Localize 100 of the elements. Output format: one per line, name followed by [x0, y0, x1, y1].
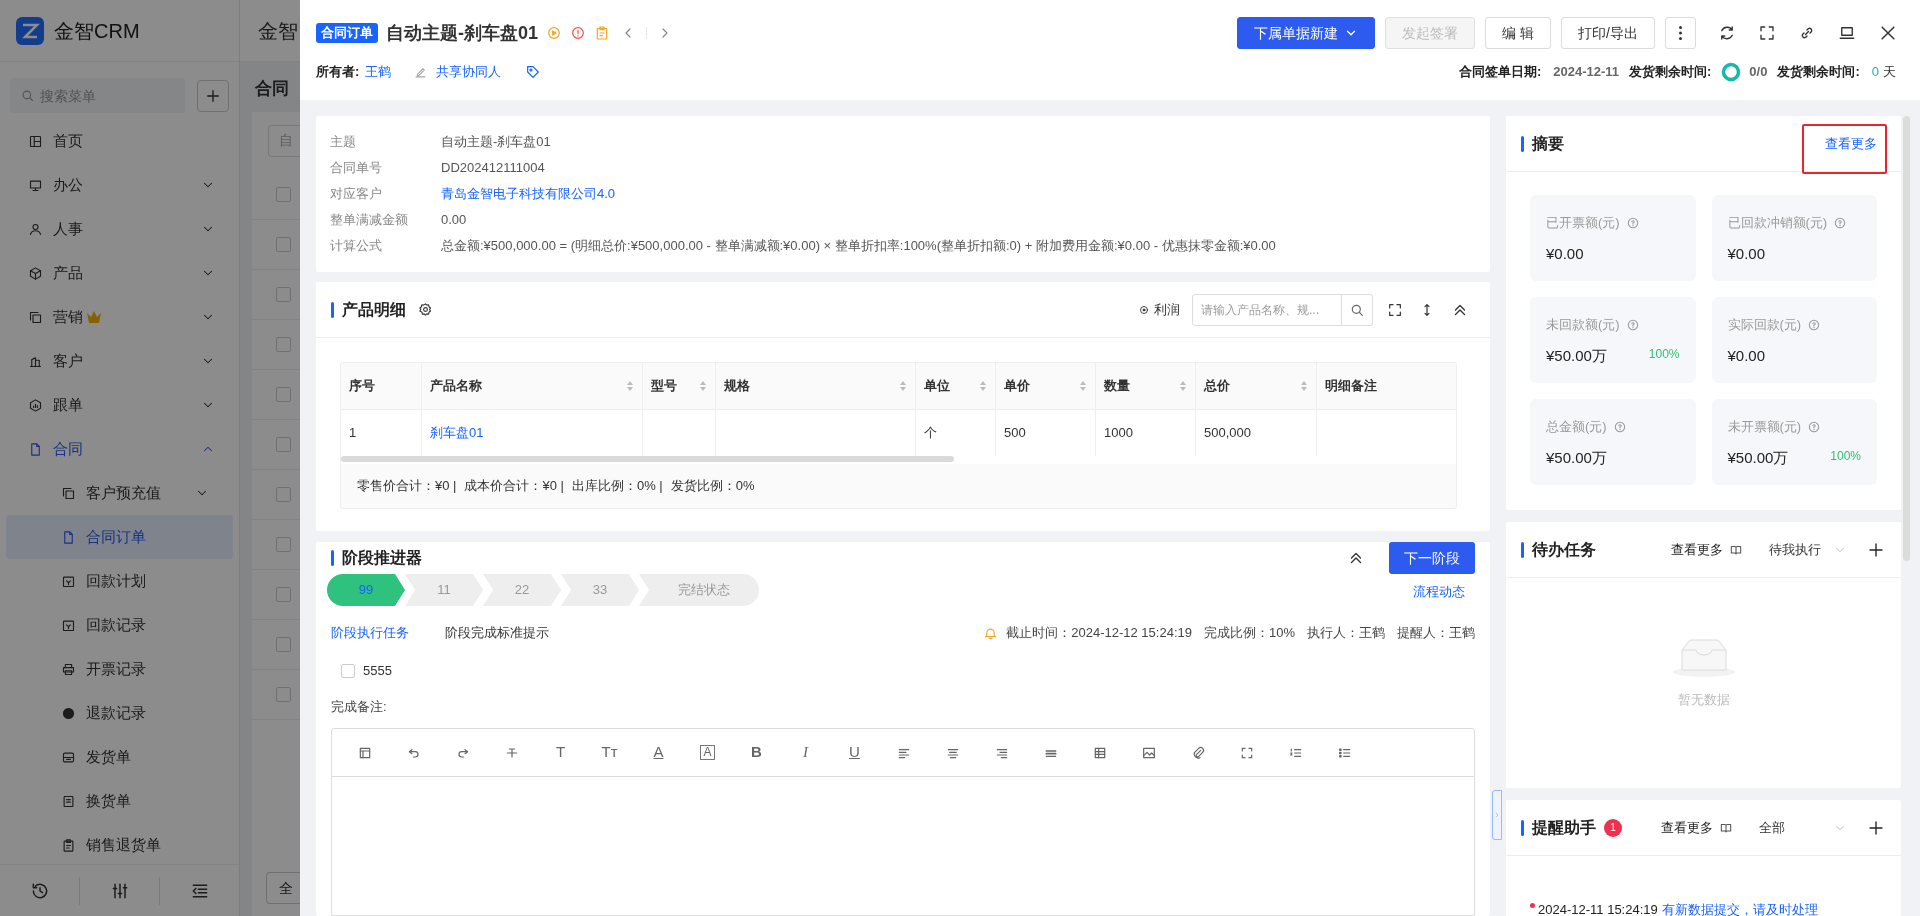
customer-link[interactable]: 青岛金智电子科技有限公司4.0 [441, 184, 616, 204]
sidebar-item[interactable]: 首页 [0, 119, 239, 163]
checkbox[interactable] [276, 386, 291, 402]
meta-unit: 天 [1883, 63, 1896, 82]
column-header[interactable]: 总价 [1196, 363, 1317, 409]
type-badge: 合同订单 [316, 23, 378, 43]
field-label: 计算公式 [330, 237, 383, 256]
rich-text-editor[interactable]: T Tт A A B I U [331, 728, 1475, 916]
reminder-link[interactable]: 有新数据提交，请及时处理 [1661, 900, 1818, 916]
sidebar-item[interactable]: 跟单 [0, 383, 239, 427]
format-button[interactable]: U [830, 741, 879, 764]
sidebar-item[interactable]: 开票记录 [6, 647, 233, 691]
search-button[interactable] [1342, 293, 1373, 326]
action-button[interactable]: 编 辑 [1485, 17, 1552, 49]
checkbox[interactable] [276, 286, 291, 302]
format-button[interactable]: A [634, 741, 683, 764]
meta-value: 2024-12-11 [1553, 63, 1619, 82]
checkbox[interactable] [276, 586, 291, 602]
section-title: 阶段推进器 [342, 548, 422, 568]
filter-dropdown[interactable]: 待我执行 [1769, 539, 1847, 560]
sidebar-item[interactable]: 营销 [0, 295, 239, 339]
new-dropdown-button[interactable]: 下属单据新建 [1237, 17, 1376, 49]
sort-icon [979, 380, 987, 392]
column-header[interactable]: 数量 [1096, 363, 1196, 409]
checkbox[interactable] [276, 686, 291, 702]
more-link[interactable]: 查看更多 [1825, 133, 1877, 154]
format-button[interactable]: I [781, 741, 830, 764]
stat-percent: 100% [1830, 448, 1861, 465]
checkbox[interactable] [276, 636, 291, 652]
filter-dropdown[interactable]: 全部 [1759, 817, 1847, 838]
vertical-scrollbar[interactable] [1903, 116, 1910, 561]
column-header[interactable]: 明细备注 [1317, 363, 1456, 409]
column-header[interactable]: 型号 [643, 363, 716, 409]
tab[interactable]: 阶段完成标准提示 [445, 623, 549, 643]
plus-icon [1867, 540, 1885, 559]
checkbox[interactable] [276, 236, 291, 252]
settings-button[interactable] [418, 302, 433, 317]
format-button[interactable]: B [732, 741, 781, 764]
tab[interactable]: 阶段执行任务 [331, 623, 409, 643]
refresh-button[interactable] [1718, 24, 1736, 42]
share-link[interactable]: 共享协同人 [436, 62, 502, 82]
action-button[interactable]: 打印/导出 [1561, 17, 1655, 49]
field-label: 对应客户 [330, 185, 383, 204]
column-header[interactable]: 规格 [716, 363, 916, 409]
column-header[interactable]: 单位 [916, 363, 996, 409]
checkbox[interactable] [276, 486, 291, 502]
sidebar-item[interactable]: 办公 [0, 163, 239, 207]
meta-label: 发货剩余时间: [1629, 63, 1712, 82]
profit-toggle[interactable]: 利润 [1138, 299, 1180, 320]
checkbox[interactable] [276, 336, 291, 352]
fullscreen-button[interactable] [1387, 301, 1403, 318]
checkbox[interactable] [341, 664, 355, 678]
format-button[interactable]: A [683, 745, 732, 760]
sidebar-item[interactable]: 合同订单 [6, 515, 233, 559]
more-button[interactable] [1665, 17, 1696, 49]
sidebar-item[interactable]: 客户预充值 [6, 471, 233, 515]
checkbox[interactable] [276, 536, 291, 552]
sidebar-item[interactable]: 销售退货单 [6, 823, 233, 864]
product-search-field[interactable]: 请输入产品名称、规... [1192, 293, 1342, 326]
checkbox[interactable] [276, 186, 291, 202]
checkbox[interactable] [276, 436, 291, 452]
more-link[interactable]: 查看更多 [1661, 817, 1713, 838]
add-button[interactable] [197, 79, 229, 112]
owner-link[interactable]: 王鹤 [365, 62, 392, 82]
page-title: 合同 [255, 79, 289, 98]
column-header[interactable]: 单价 [996, 363, 1096, 409]
more-link[interactable]: 查看更多 [1671, 539, 1723, 560]
field-label: 主题 [330, 133, 357, 152]
flow-link[interactable]: 流程动态 [1413, 582, 1465, 602]
sidebar-item[interactable]: 回款记录 [6, 603, 233, 647]
sidebar-item[interactable]: 合同 [0, 427, 239, 471]
add-button[interactable] [1867, 540, 1885, 559]
count-badge: 1 [1604, 818, 1622, 837]
laptop-button[interactable] [1838, 24, 1856, 42]
sidebar-item[interactable]: 退款记录 [6, 691, 233, 735]
meta-label: 合同签单日期: [1458, 63, 1542, 82]
add-button[interactable] [1867, 818, 1885, 837]
sidebar-item[interactable]: 客户 [0, 339, 239, 383]
empty-inbox-icon [1671, 636, 1736, 678]
sidebar-item[interactable]: 回款计划 [6, 559, 233, 603]
format-button[interactable]: T [536, 741, 585, 764]
format-button[interactable]: Tт [585, 741, 634, 764]
panel-toggle-handle[interactable] [1492, 790, 1502, 840]
sort-icon [699, 380, 707, 392]
column-header[interactable]: 产品名称 [422, 363, 643, 409]
chevron-right-icon [1493, 811, 1501, 819]
stat-label: 总金额(元) [1546, 418, 1607, 436]
sidebar-item[interactable]: 产品 [0, 251, 239, 295]
next-stage-button[interactable]: 下一阶段 [1389, 542, 1475, 574]
sidebar-item[interactable]: 人事 [0, 207, 239, 251]
column-header[interactable]: 序号 [341, 363, 422, 409]
table-cell-text: 500 [1004, 424, 1026, 443]
fullscreen-button[interactable] [1758, 24, 1776, 42]
sidebar-item[interactable]: 换货单 [6, 779, 233, 823]
section-title: 产品明细 [342, 299, 406, 320]
help-icon [1807, 419, 1822, 434]
horizontal-scrollbar[interactable] [341, 456, 955, 462]
sidebar-item[interactable]: 发货单 [6, 735, 233, 779]
field-value: DD202412111004 [441, 159, 545, 178]
product-link[interactable]: 刹车盘01 [430, 423, 484, 443]
